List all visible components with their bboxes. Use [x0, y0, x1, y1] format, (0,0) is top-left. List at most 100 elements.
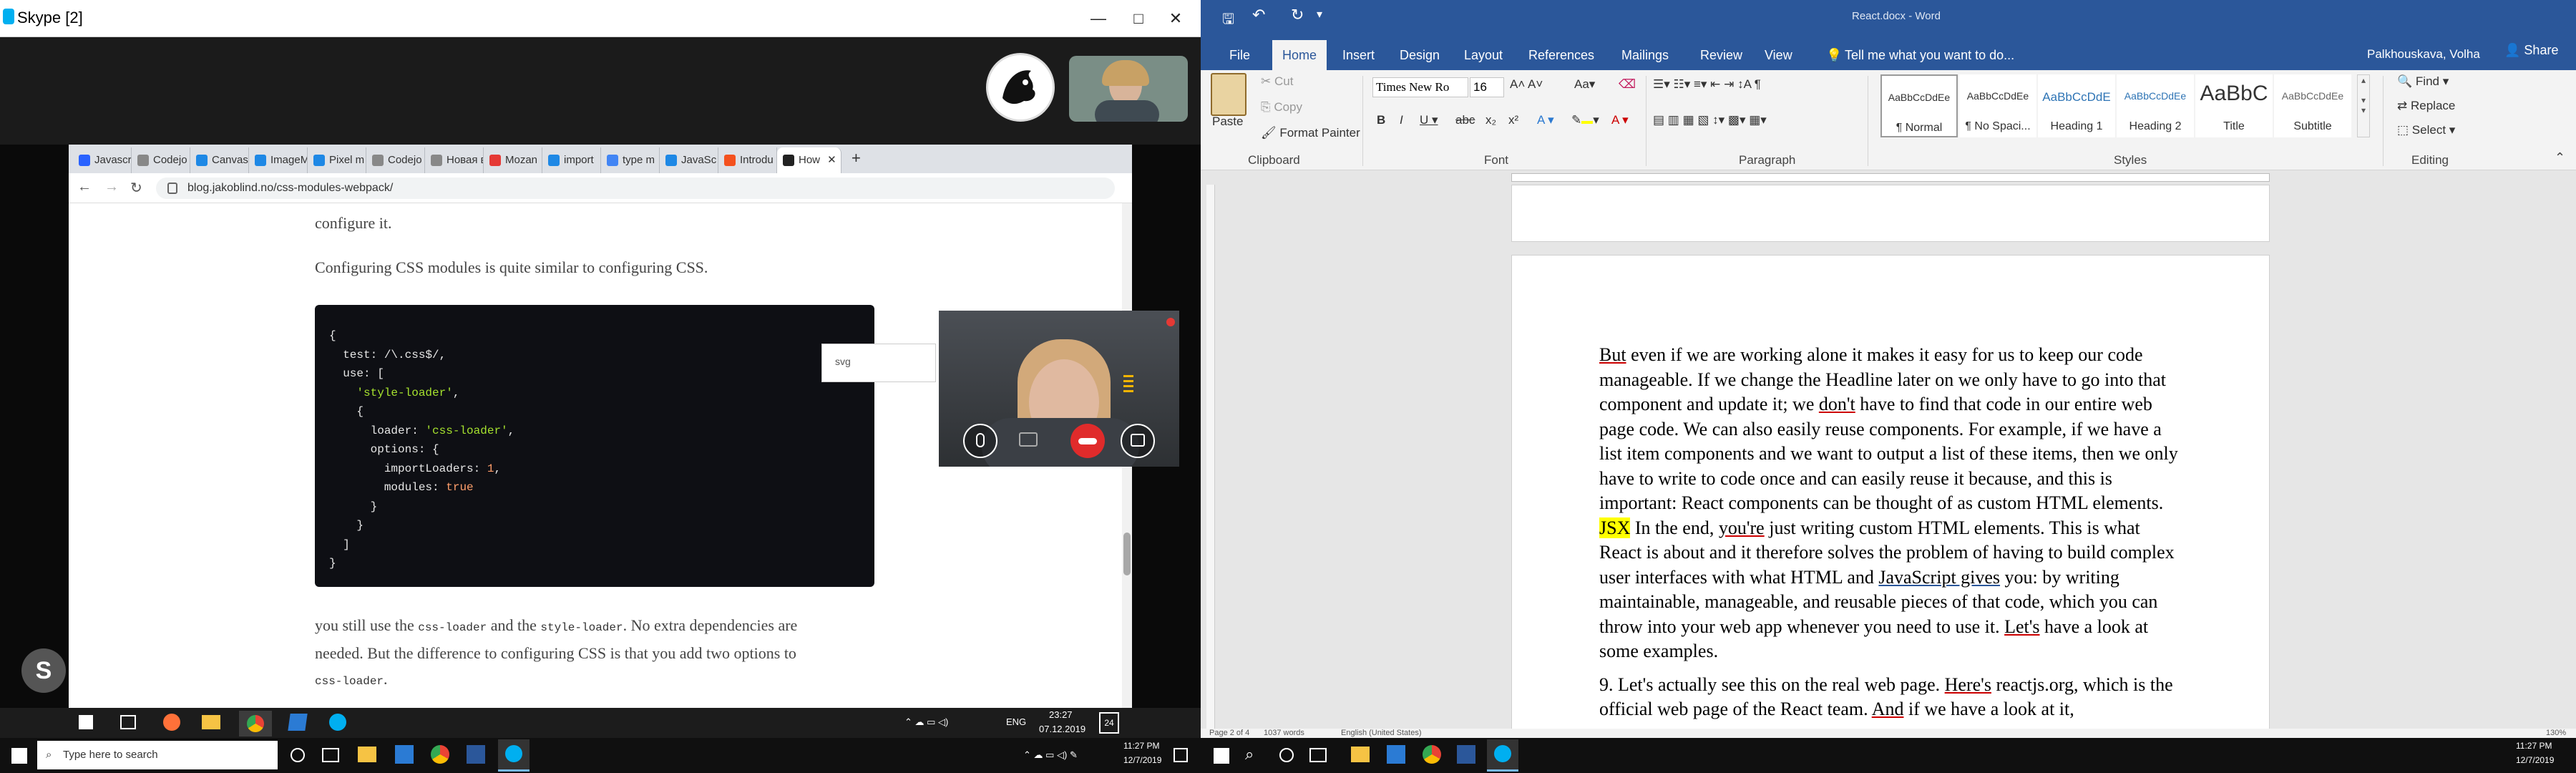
inner-start-icon[interactable] — [79, 715, 93, 729]
inner-taskview-icon[interactable] — [120, 715, 136, 729]
document-paragraph-1[interactable]: But even if we are working alone it make… — [1599, 343, 2186, 664]
font-name-select[interactable]: Times New Ro — [1372, 77, 1468, 97]
subscript-button[interactable]: x₂ — [1485, 113, 1496, 127]
chrome-icon[interactable] — [431, 745, 449, 764]
collapse-ribbon-icon[interactable]: ⌃ — [2555, 150, 2565, 165]
tab-references[interactable]: References — [1518, 40, 1604, 70]
tab-mailings[interactable]: Mailings — [1611, 40, 1679, 70]
inner-explorer-icon[interactable] — [202, 715, 220, 729]
font-color-button[interactable]: A ▾ — [1611, 113, 1629, 127]
font-size-select[interactable]: 16 — [1470, 77, 1504, 97]
search-box[interactable]: ⌕ Type here to search — [37, 741, 278, 769]
end-call-button[interactable] — [1070, 424, 1105, 458]
skype-logo-icon[interactable]: S — [21, 648, 66, 693]
tab-home[interactable]: Home — [1272, 40, 1327, 70]
strikethrough-button[interactable]: abc — [1455, 113, 1475, 127]
tell-me-box[interactable]: 💡 Tell me what you want to do... — [1795, 40, 2081, 70]
status-page-count[interactable]: Page 2 of 4 — [1209, 729, 1249, 737]
cortana-icon-2[interactable] — [1279, 748, 1294, 762]
redo-icon[interactable]: ↻ — [1291, 6, 1304, 24]
start-icon[interactable] — [11, 748, 27, 764]
cortana-icon[interactable] — [291, 748, 305, 762]
browser-tab[interactable]: Codejo — [366, 147, 425, 173]
browser-tab[interactable]: Introdu — [718, 147, 777, 173]
grow-font-button[interactable]: A˄ A˅ — [1510, 77, 1543, 92]
inner-notification-badge[interactable]: 24 — [1099, 712, 1119, 734]
copy-button[interactable]: ⎘ Copy — [1261, 100, 1302, 115]
back-icon[interactable]: ← — [77, 179, 92, 195]
style-subtitle[interactable]: AaBbCcDdEe Subtitle — [2274, 74, 2351, 137]
switch-window-button[interactable] — [1121, 424, 1155, 458]
remote-video-window[interactable] — [939, 311, 1179, 467]
browser-tab[interactable]: JavaSc — [660, 147, 718, 173]
horizontal-ruler[interactable] — [1201, 170, 2576, 185]
start-icon-2[interactable] — [1214, 748, 1229, 764]
skype-taskbar-tile[interactable] — [498, 739, 530, 772]
paste-button[interactable]: Paste — [1212, 115, 1243, 129]
file-explorer-icon[interactable] — [358, 747, 376, 762]
select-button[interactable]: ⬚ Select ▾ — [2397, 123, 2455, 137]
tab-close-icon[interactable]: ✕ — [824, 154, 836, 166]
task-view-icon-2[interactable] — [1309, 748, 1327, 762]
superscript-button[interactable]: x² — [1508, 113, 1518, 127]
inner-vscode-icon[interactable] — [288, 714, 308, 731]
alignment-buttons[interactable]: ▤ ▥ ▦ ▧ ↕▾ ▩▾ ▦▾ — [1653, 113, 1767, 127]
style-title[interactable]: AaBbC Title — [2195, 74, 2273, 137]
clear-formatting-button[interactable]: ⌫ — [1619, 77, 1636, 92]
change-case-button[interactable]: Aa▾ — [1574, 77, 1595, 92]
browser-tab[interactable]: Mozan — [484, 147, 542, 173]
inner-firefox-icon[interactable] — [163, 714, 180, 731]
forward-icon[interactable]: → — [104, 179, 119, 195]
document-paragraph-2[interactable]: 9. Let's actually see this on the real w… — [1599, 673, 2186, 722]
italic-button[interactable]: I — [1400, 113, 1403, 127]
style-heading-1[interactable]: AaBbCcDdE Heading 1 — [2038, 74, 2115, 137]
style-no-spacing[interactable]: AaBbCcDdEe ¶ No Spaci... — [1959, 74, 2036, 137]
find-button[interactable]: 🔍 Find ▾ — [2397, 74, 2449, 89]
browser-tab[interactable]: Javascri — [73, 147, 132, 173]
search-icon-2[interactable]: ⌕ — [1245, 745, 1254, 764]
paste-icon[interactable] — [1211, 73, 1246, 116]
scrollbar-thumb[interactable] — [1123, 533, 1131, 575]
tab-design[interactable]: Design — [1390, 40, 1450, 70]
undo-icon[interactable]: ↶ — [1252, 6, 1265, 24]
url-input[interactable]: blog.jakoblind.no/css-modules-webpack/ — [156, 178, 1115, 199]
self-video-thumbnail[interactable] — [1069, 56, 1188, 122]
notification-icon[interactable] — [1174, 748, 1188, 762]
browser-tab[interactable]: Новая вкла — [425, 147, 484, 173]
skype-taskbar-tile-2[interactable] — [1487, 739, 1518, 772]
document-page[interactable]: But even if we are working alone it make… — [1511, 255, 2270, 756]
tray-icons[interactable]: ⌃ ☁ ▭ ◁) ✎ — [1023, 749, 1078, 761]
inner-clock-time[interactable]: 23:27 — [1049, 709, 1073, 720]
word-icon-2[interactable] — [1457, 745, 1475, 764]
inner-skype-icon[interactable] — [329, 714, 346, 731]
browser-tab-active[interactable]: How ✕ — [777, 147, 841, 173]
inner-chrome-tile[interactable] — [239, 711, 272, 736]
clock-time[interactable]: 11:27 PM — [1123, 741, 1159, 751]
close-button[interactable]: ✕ — [1151, 4, 1201, 33]
clock-time-2[interactable]: 11:27 PM — [2516, 741, 2552, 751]
status-zoom[interactable]: 130% — [2546, 729, 2566, 737]
underline-button[interactable]: U ▾ — [1420, 113, 1438, 127]
tab-file[interactable]: File — [1219, 40, 1260, 70]
status-language[interactable]: English (United States) — [1341, 729, 1422, 737]
browser-tab[interactable]: import — [542, 147, 601, 173]
highlight-button[interactable]: ✎ ▾ — [1571, 113, 1599, 127]
tab-insert[interactable]: Insert — [1332, 40, 1385, 70]
clock-date-2[interactable]: 12/7/2019 — [2516, 755, 2554, 765]
tab-layout[interactable]: Layout — [1454, 40, 1513, 70]
style-heading-2[interactable]: AaBbCcDdEe Heading 2 — [2117, 74, 2194, 137]
replace-button[interactable]: ⇄ Replace — [2397, 99, 2455, 113]
word-icon[interactable] — [467, 745, 485, 764]
browser-tab[interactable]: Canvas — [190, 147, 249, 173]
save-icon[interactable]: 🖫 — [1222, 9, 1234, 33]
browser-tab[interactable]: Pixel m — [308, 147, 366, 173]
vscode-icon-2[interactable] — [1387, 745, 1405, 764]
task-view-icon[interactable] — [322, 748, 339, 762]
quick-access-dropdown-icon[interactable]: ▾ — [1317, 7, 1322, 21]
reload-icon[interactable]: ↻ — [130, 179, 142, 197]
cut-button[interactable]: ✂ Cut — [1261, 74, 1293, 89]
share-button[interactable]: 👤 Share — [2504, 43, 2558, 58]
clock-date[interactable]: 12/7/2019 — [1123, 755, 1161, 765]
text-effects-button[interactable]: A ▾ — [1537, 113, 1554, 127]
inner-tray-icons[interactable]: ⌃ ☁ ▭ ◁) — [904, 716, 948, 728]
